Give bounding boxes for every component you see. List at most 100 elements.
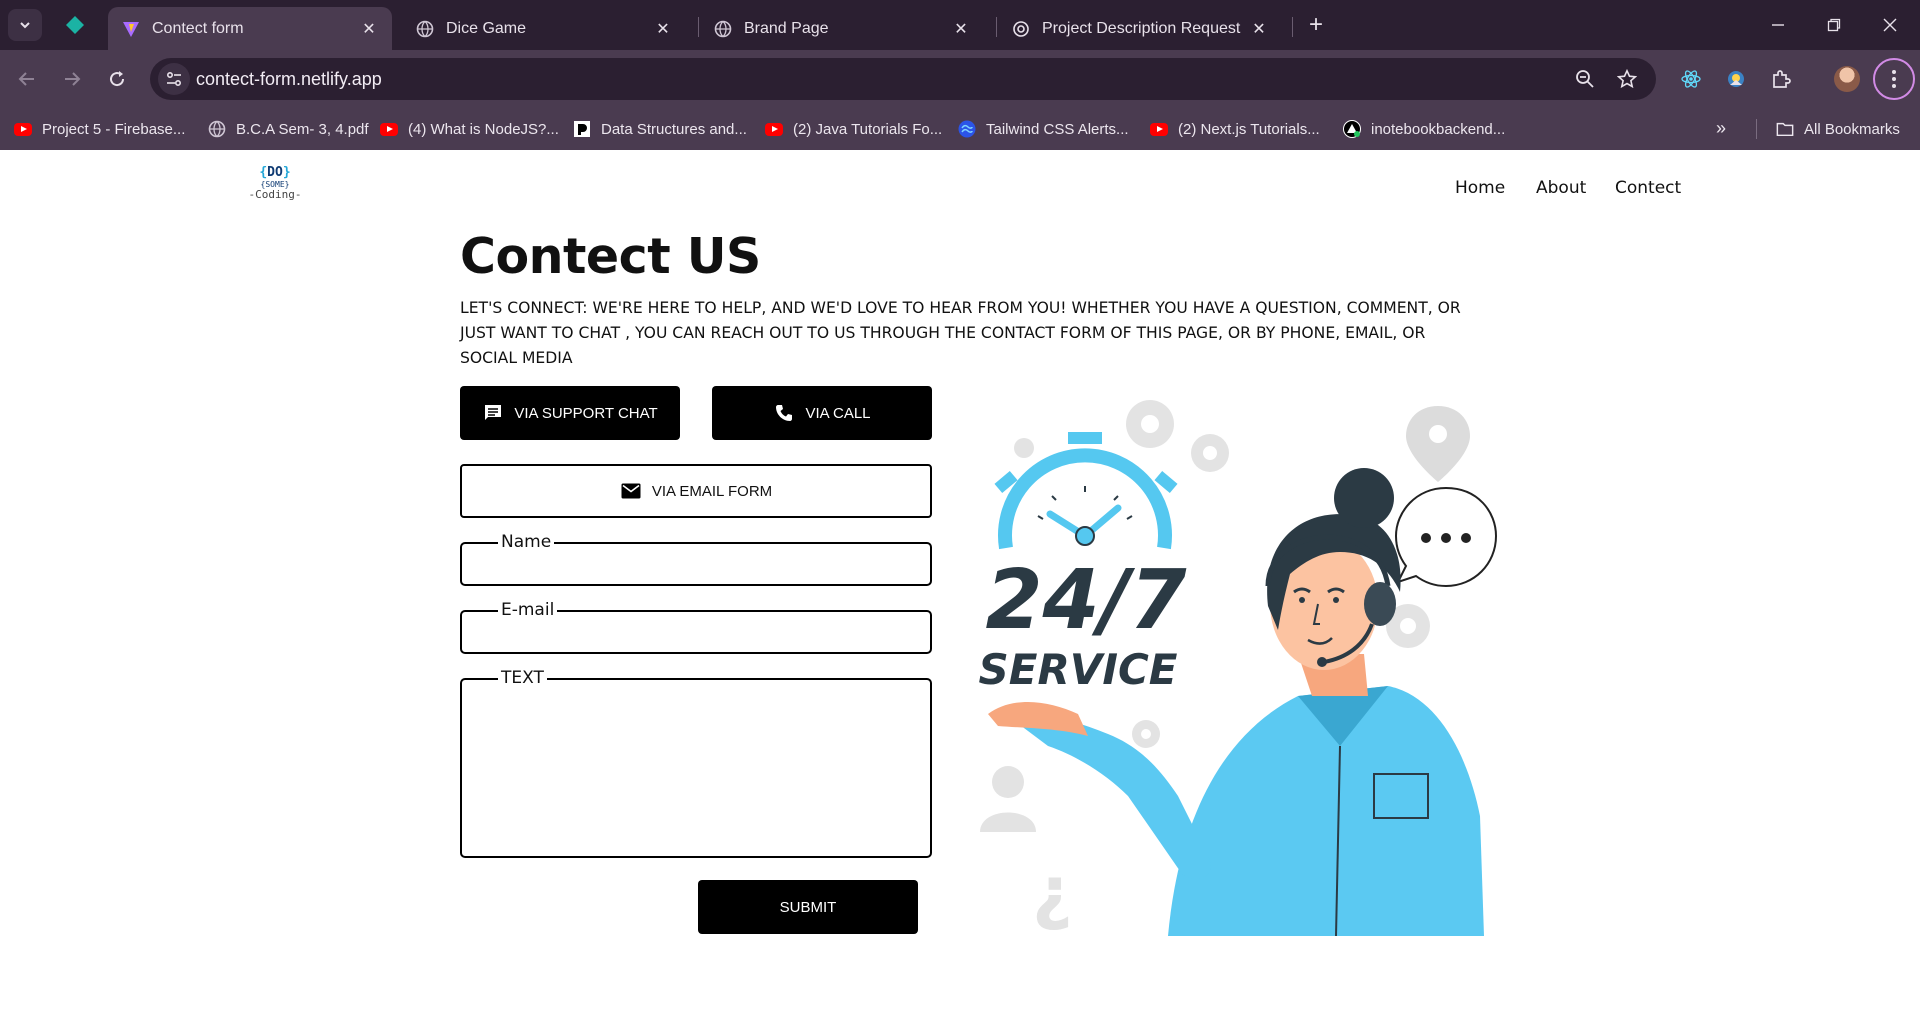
tab-separator [996, 17, 997, 37]
bookmark-label: Tailwind CSS Alerts... [986, 120, 1129, 138]
site-logo[interactable]: {DO} {SOME} -Coding- [248, 166, 302, 210]
bookmark-item[interactable]: inotebookbackend... [1343, 118, 1505, 140]
chevron-down-icon [20, 22, 30, 29]
bookmark-item[interactable]: Tailwind CSS Alerts... [958, 118, 1129, 140]
user-icon [980, 766, 1036, 832]
close-window-button[interactable] [1862, 0, 1918, 50]
support-chat-button[interactable]: VIA SUPPORT CHAT [460, 386, 680, 440]
tab-title: Contect form [152, 19, 244, 37]
bookmark-item[interactable]: (2) Java Tutorials Fo... [765, 118, 942, 140]
bookmark-label: (2) Java Tutorials Fo... [793, 120, 943, 138]
zoom-icon[interactable] [1574, 68, 1596, 90]
email-label: E-mail [498, 599, 558, 621]
profile-avatar[interactable] [1834, 66, 1860, 92]
close-icon[interactable]: ✕ [654, 20, 672, 38]
diamond-icon [66, 16, 84, 34]
all-bookmarks-label: All Bookmarks [1804, 120, 1900, 138]
nav-contect[interactable]: Contect [1615, 178, 1681, 198]
tune-icon [166, 71, 182, 87]
bookmark-label: B.C.A Sem- 3, 4.pdf [236, 120, 369, 138]
phone-icon [773, 402, 795, 424]
pinned-tab[interactable] [58, 11, 92, 39]
youtube-icon [765, 120, 783, 138]
illustration-24-7-text: 24/7 [985, 553, 1186, 648]
bookmarks-bar: Project 5 - Firebase... B.C.A Sem- 3, 4.… [0, 108, 1920, 150]
bookmark-label: inotebookbackend... [1371, 120, 1506, 138]
url-text: contect-form.netlify.app [196, 69, 382, 89]
star-icon[interactable] [1616, 68, 1638, 90]
bookmark-item[interactable]: (2) Next.js Tutorials... [1150, 118, 1320, 140]
react-devtools-icon[interactable] [1676, 64, 1706, 94]
question-mark-icon: ¿ [1032, 851, 1073, 933]
submit-button[interactable]: SUBMIT [698, 880, 918, 934]
speech-bubble-icon [1394, 486, 1498, 588]
tab-dice-game[interactable]: Dice Game ✕ [402, 7, 686, 50]
browser-menu-button[interactable] [1873, 58, 1915, 100]
more-vert-icon [1892, 70, 1896, 88]
reload-button[interactable] [102, 64, 132, 94]
bookmark-label: (4) What is NodeJS?... [408, 120, 559, 138]
tab-bar: Contect form ✕ Dice Game ✕ Brand Page ✕ … [0, 0, 1920, 50]
call-button[interactable]: VIA CALL [712, 386, 932, 440]
location-pin-icon [1406, 406, 1470, 482]
puzzle-icon[interactable] [1766, 64, 1796, 94]
vercel-icon [1343, 120, 1361, 138]
nav-about[interactable]: About [1536, 178, 1586, 198]
youtube-icon [14, 120, 32, 138]
bookmark-item[interactable]: Data Structures and... [573, 118, 747, 140]
logo-line-1: {DO} [259, 165, 291, 180]
close-icon[interactable]: ✕ [1250, 20, 1268, 38]
bookmark-item[interactable]: Project 5 - Firebase... [14, 118, 185, 140]
restore-icon [1827, 18, 1841, 32]
restore-button[interactable] [1806, 0, 1862, 50]
tab-separator [1292, 17, 1293, 37]
youtube-icon [380, 120, 398, 138]
email-field[interactable]: E-mail [460, 599, 932, 654]
tab-separator [698, 17, 699, 37]
site-info-button[interactable] [158, 63, 190, 95]
arrow-right-icon [65, 72, 81, 86]
tab-project-description[interactable]: Project Description Request ✕ [998, 7, 1282, 50]
tab-contect-form[interactable]: Contect form ✕ [108, 7, 392, 50]
forward-button[interactable] [57, 64, 87, 94]
name-label: Name [498, 531, 555, 553]
bookmark-label: Data Structures and... [601, 120, 747, 138]
text-label: TEXT [498, 667, 547, 689]
tab-search-button[interactable] [8, 9, 42, 41]
address-bar[interactable]: contect-form.netlify.app [150, 58, 1656, 100]
nav-home[interactable]: Home [1455, 178, 1505, 198]
page-title: Contect US [460, 228, 761, 285]
minimize-button[interactable] [1750, 0, 1806, 50]
openai-icon [1012, 20, 1030, 38]
all-bookmarks-button[interactable]: All Bookmarks [1776, 118, 1900, 140]
mail-icon [620, 480, 642, 502]
chat-icon [482, 402, 504, 424]
new-tab-button[interactable]: + [1302, 11, 1330, 39]
chevron-double-right-icon[interactable]: » [1716, 118, 1726, 139]
tab-brand-page[interactable]: Brand Page ✕ [700, 7, 984, 50]
minimize-icon [1772, 24, 1784, 26]
close-icon [1883, 18, 1897, 32]
bookmark-label: (2) Next.js Tutorials... [1178, 120, 1320, 138]
name-field[interactable]: Name [460, 531, 932, 586]
close-icon[interactable]: ✕ [360, 20, 378, 38]
email-form-button[interactable]: VIA EMAIL FORM [460, 464, 932, 518]
globe-icon [208, 120, 226, 138]
reload-icon [110, 71, 125, 87]
email-form-label: VIA EMAIL FORM [651, 482, 773, 500]
support-24-7-illustration: 24/7 SERVICE ¿ [979, 400, 1498, 936]
illustration-service-text: SERVICE [979, 645, 1178, 694]
bookmark-item[interactable]: (4) What is NodeJS?... [380, 118, 559, 140]
extension-icon[interactable] [1721, 64, 1751, 94]
browser-toolbar: contect-form.netlify.app [0, 50, 1920, 108]
globe-icon [416, 20, 434, 38]
close-icon[interactable]: ✕ [952, 20, 970, 38]
back-button[interactable] [12, 64, 42, 94]
tab-title: Project Description Request [1042, 19, 1241, 37]
bookmark-label: Project 5 - Firebase... [42, 120, 186, 138]
bookmark-item[interactable]: B.C.A Sem- 3, 4.pdf [208, 118, 369, 140]
support-chat-label: VIA SUPPORT CHAT [514, 404, 658, 422]
logo-line-3: -Coding- [248, 188, 302, 201]
text-field[interactable]: TEXT [460, 667, 932, 858]
globe-icon [714, 20, 732, 38]
